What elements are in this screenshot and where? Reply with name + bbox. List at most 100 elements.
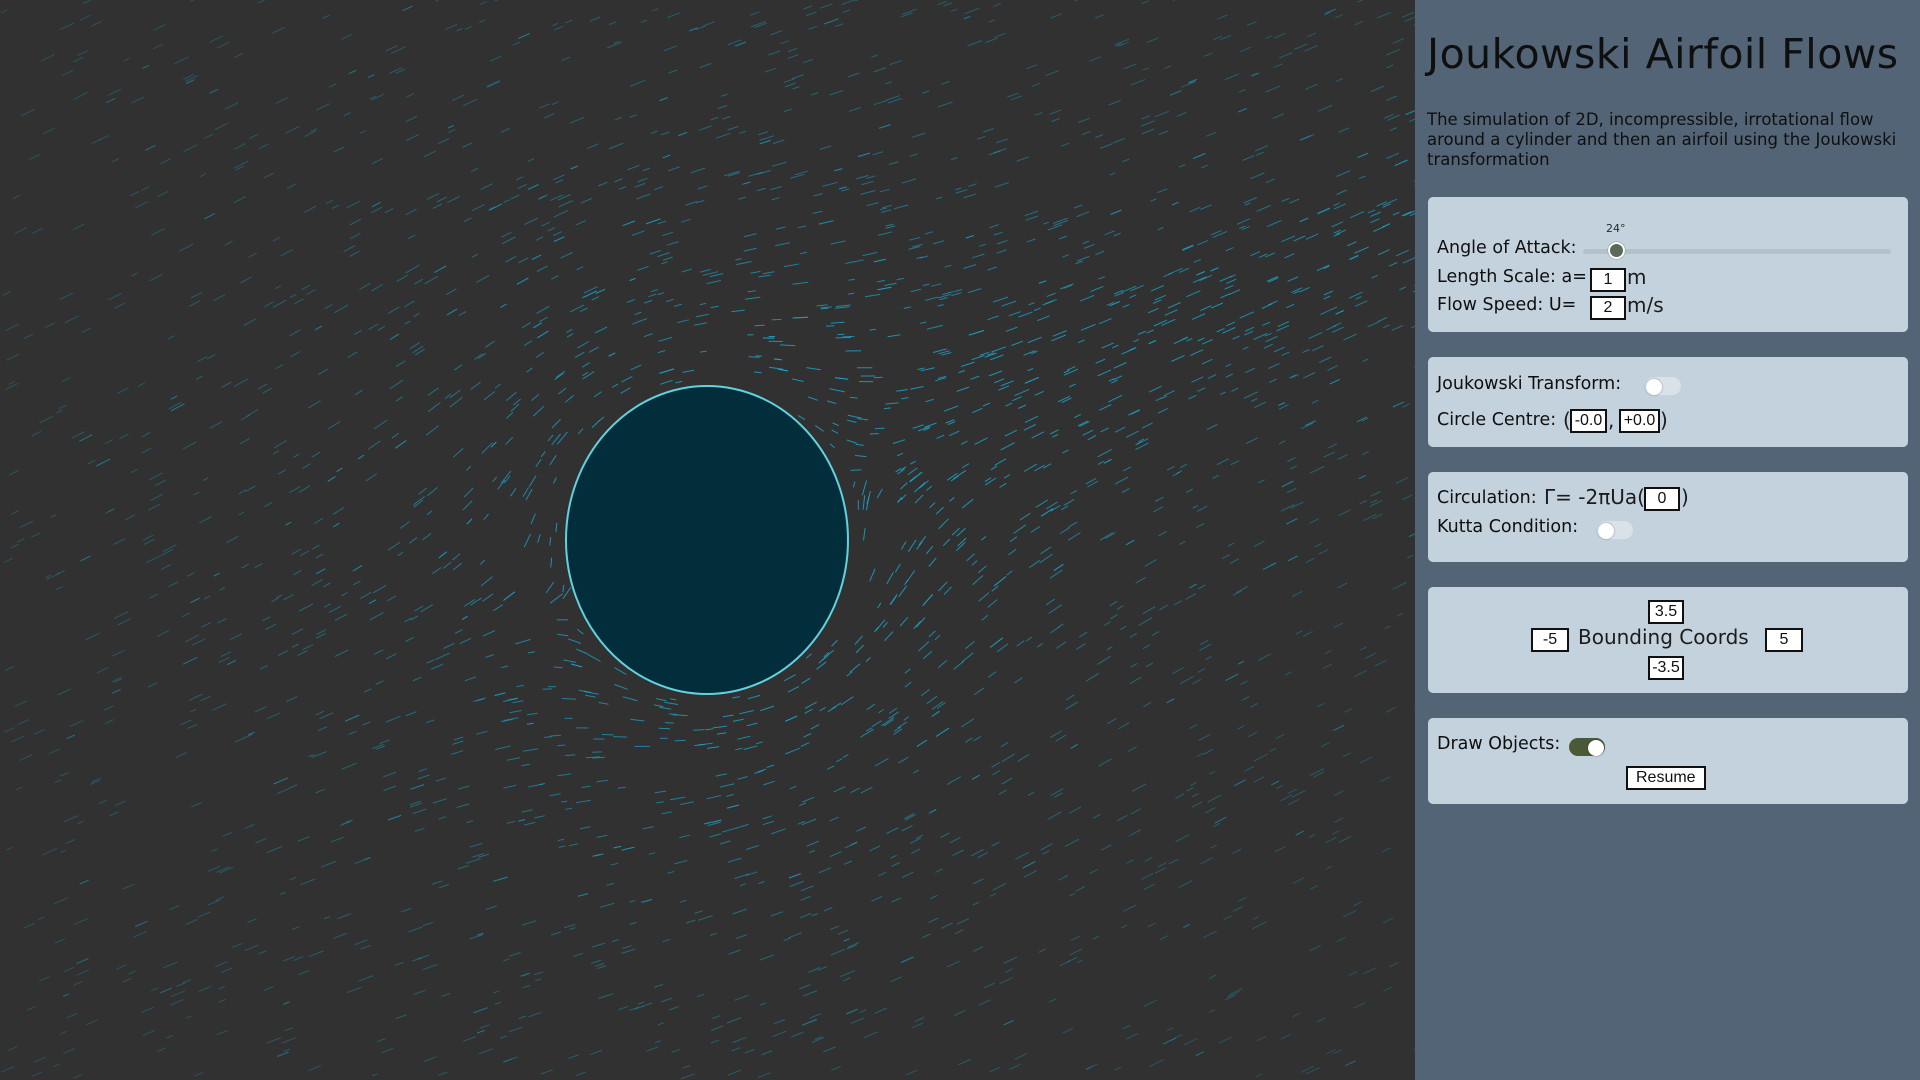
flow-streak: [1135, 576, 1146, 584]
flow-streak: [626, 298, 636, 303]
bound-right-input[interactable]: 5: [1765, 628, 1803, 652]
angle-of-attack-slider[interactable]: [1607, 242, 1625, 259]
flow-streak: [896, 277, 905, 281]
flow-streak: [1197, 387, 1206, 392]
kutta-condition-toggle[interactable]: [1597, 521, 1633, 539]
flow-streak: [457, 865, 469, 870]
flow-streak: [1235, 586, 1248, 594]
flow-streak: [536, 265, 548, 272]
flow-streak: [780, 344, 796, 347]
flow-streak: [1066, 956, 1078, 963]
flow-streak: [886, 571, 894, 585]
joukowski-transform-toggle[interactable]: [1645, 377, 1681, 395]
flow-streak: [627, 164, 640, 171]
flow-streak: [608, 352, 616, 357]
flow-streak: [292, 956, 304, 962]
flow-streak: [168, 581, 179, 588]
flow-streak: [775, 226, 786, 230]
flow-streak: [757, 169, 772, 175]
flow-streak: [526, 367, 533, 373]
flow-streak: [1058, 235, 1068, 240]
flow-streak: [1237, 108, 1247, 113]
length-scale-unit: m: [1627, 265, 1647, 289]
flow-streak: [1225, 363, 1232, 368]
flow-streak: [1005, 968, 1013, 973]
resume-button[interactable]: Resume: [1626, 766, 1706, 790]
flow-streak: [1388, 262, 1398, 267]
flow-streak: [128, 970, 137, 975]
flow-streak: [291, 548, 302, 555]
flow-streak: [759, 1002, 767, 1006]
flow-streak: [598, 993, 614, 999]
flow-streak: [784, 715, 798, 722]
flow-streak: [1129, 632, 1138, 638]
flow-streak: [96, 458, 111, 467]
circulation-input[interactable]: 0: [1644, 487, 1680, 511]
flow-streak: [1383, 986, 1393, 992]
draw-objects-toggle[interactable]: [1569, 738, 1605, 756]
flow-streak: [993, 576, 1007, 587]
flow-streak: [662, 231, 674, 237]
flow-streak: [1323, 451, 1336, 458]
flow-streak: [1017, 754, 1030, 762]
flow-canvas[interactable]: [0, 0, 1415, 1080]
flow-streak: [988, 370, 1003, 377]
flow-streak: [273, 450, 280, 455]
bound-bottom-input[interactable]: -3.5: [1648, 656, 1684, 680]
flow-streak: [739, 710, 754, 715]
flow-streak: [332, 522, 340, 528]
flow-streak: [1376, 12, 1391, 19]
flow-streak: [211, 848, 218, 852]
flow-streak: [849, 396, 858, 399]
flow-streak: [140, 186, 150, 192]
flow-streak: [217, 618, 227, 624]
flow-streak: [694, 910, 703, 914]
flow-streak: [732, 1036, 747, 1044]
flow-streak: [389, 333, 399, 340]
flow-streak: [399, 521, 410, 529]
length-scale-input[interactable]: 1: [1590, 268, 1626, 292]
flow-streak: [642, 167, 651, 172]
angle-of-attack-track[interactable]: [1583, 249, 1891, 254]
flow-streak: [831, 1065, 841, 1071]
flow-streak: [737, 776, 748, 780]
flow-streak: [1369, 499, 1383, 507]
flow-streak: [297, 650, 308, 656]
flow-streak: [115, 964, 127, 970]
centre-y-input[interactable]: +0.0: [1619, 409, 1660, 433]
flow-speed-input[interactable]: 2: [1590, 296, 1626, 320]
flow-streak: [773, 358, 782, 361]
flow-streak: [204, 212, 216, 220]
flow-streak: [1335, 14, 1343, 19]
flow-streak: [1395, 477, 1409, 484]
flow-streak: [482, 630, 496, 637]
flow-streak: [515, 638, 531, 645]
flow-streak: [77, 820, 84, 825]
bound-left-input[interactable]: -5: [1531, 628, 1569, 652]
flow-streak: [412, 495, 426, 506]
flow-streak: [1280, 1033, 1291, 1040]
flow-streak: [972, 253, 985, 259]
flow-streak: [1329, 378, 1340, 385]
flow-streak: [55, 586, 63, 591]
flow-streak: [710, 1039, 719, 1044]
flow-streak: [224, 102, 239, 110]
bound-top-input[interactable]: 3.5: [1648, 600, 1684, 624]
flow-streak: [564, 19, 573, 24]
flow-streak: [759, 954, 775, 961]
flow-streak: [806, 840, 820, 847]
flow-streak: [904, 681, 912, 688]
flow-streak: [1025, 64, 1038, 70]
flow-streak: [347, 351, 358, 359]
flow-streak: [1396, 612, 1404, 617]
flow-streak: [1085, 1066, 1093, 1070]
flow-streak: [114, 302, 125, 309]
flow-streak: [410, 615, 419, 621]
flow-streak: [1230, 460, 1240, 466]
flow-streak: [1105, 532, 1116, 539]
flow-streak: [1359, 175, 1366, 180]
flow-streak: [1206, 131, 1217, 137]
flow-streak: [5, 382, 19, 390]
flow-streak: [283, 1001, 290, 1005]
centre-x-input[interactable]: -0.0: [1570, 409, 1607, 433]
